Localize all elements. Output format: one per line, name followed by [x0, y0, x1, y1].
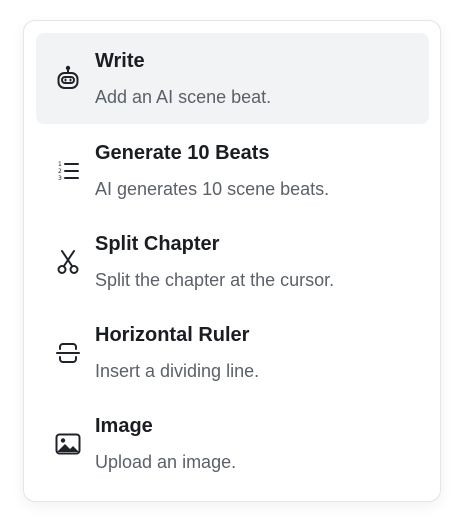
image-icon: [53, 429, 83, 459]
menu-item-image[interactable]: Image Upload an image.: [36, 398, 429, 489]
menu-item-description: Add an AI scene beat.: [95, 87, 272, 107]
menu-item-generate-10-beats[interactable]: 1 2 3 Generate 10 Beats AI generates 10 …: [36, 125, 429, 216]
menu-item-write[interactable]: Write Add an AI scene beat.: [36, 33, 429, 124]
menu-item-title: Horizontal Ruler: [95, 324, 250, 346]
scissors-icon: [53, 247, 83, 277]
horizontal-rule-icon: [53, 338, 83, 368]
menu-item-split-chapter[interactable]: Split Chapter Split the chapter at the c…: [36, 216, 429, 307]
menu-item-description: Insert a dividing line.: [95, 361, 260, 381]
menu-item-title: Image: [95, 415, 153, 437]
menu-item-title: Split Chapter: [95, 233, 220, 255]
robot-icon: [53, 64, 83, 94]
menu-item-horizontal-ruler[interactable]: Horizontal Ruler Insert a dividing line.: [36, 307, 429, 398]
svg-text:2: 2: [58, 168, 62, 175]
menu-item-title: Generate 10 Beats: [95, 142, 270, 164]
menu-item-title: Write: [95, 50, 145, 72]
svg-text:1: 1: [58, 161, 62, 168]
slash-command-menu: Write Add an AI scene beat. 1 2 3 Genera…: [23, 20, 441, 502]
menu-item-description: Upload an image.: [95, 452, 237, 472]
menu-item-description: AI generates 10 scene beats.: [95, 179, 330, 199]
svg-text:3: 3: [58, 175, 62, 182]
numbered-list-icon: 1 2 3: [53, 156, 83, 186]
menu-item-description: Split the chapter at the cursor.: [95, 270, 335, 290]
